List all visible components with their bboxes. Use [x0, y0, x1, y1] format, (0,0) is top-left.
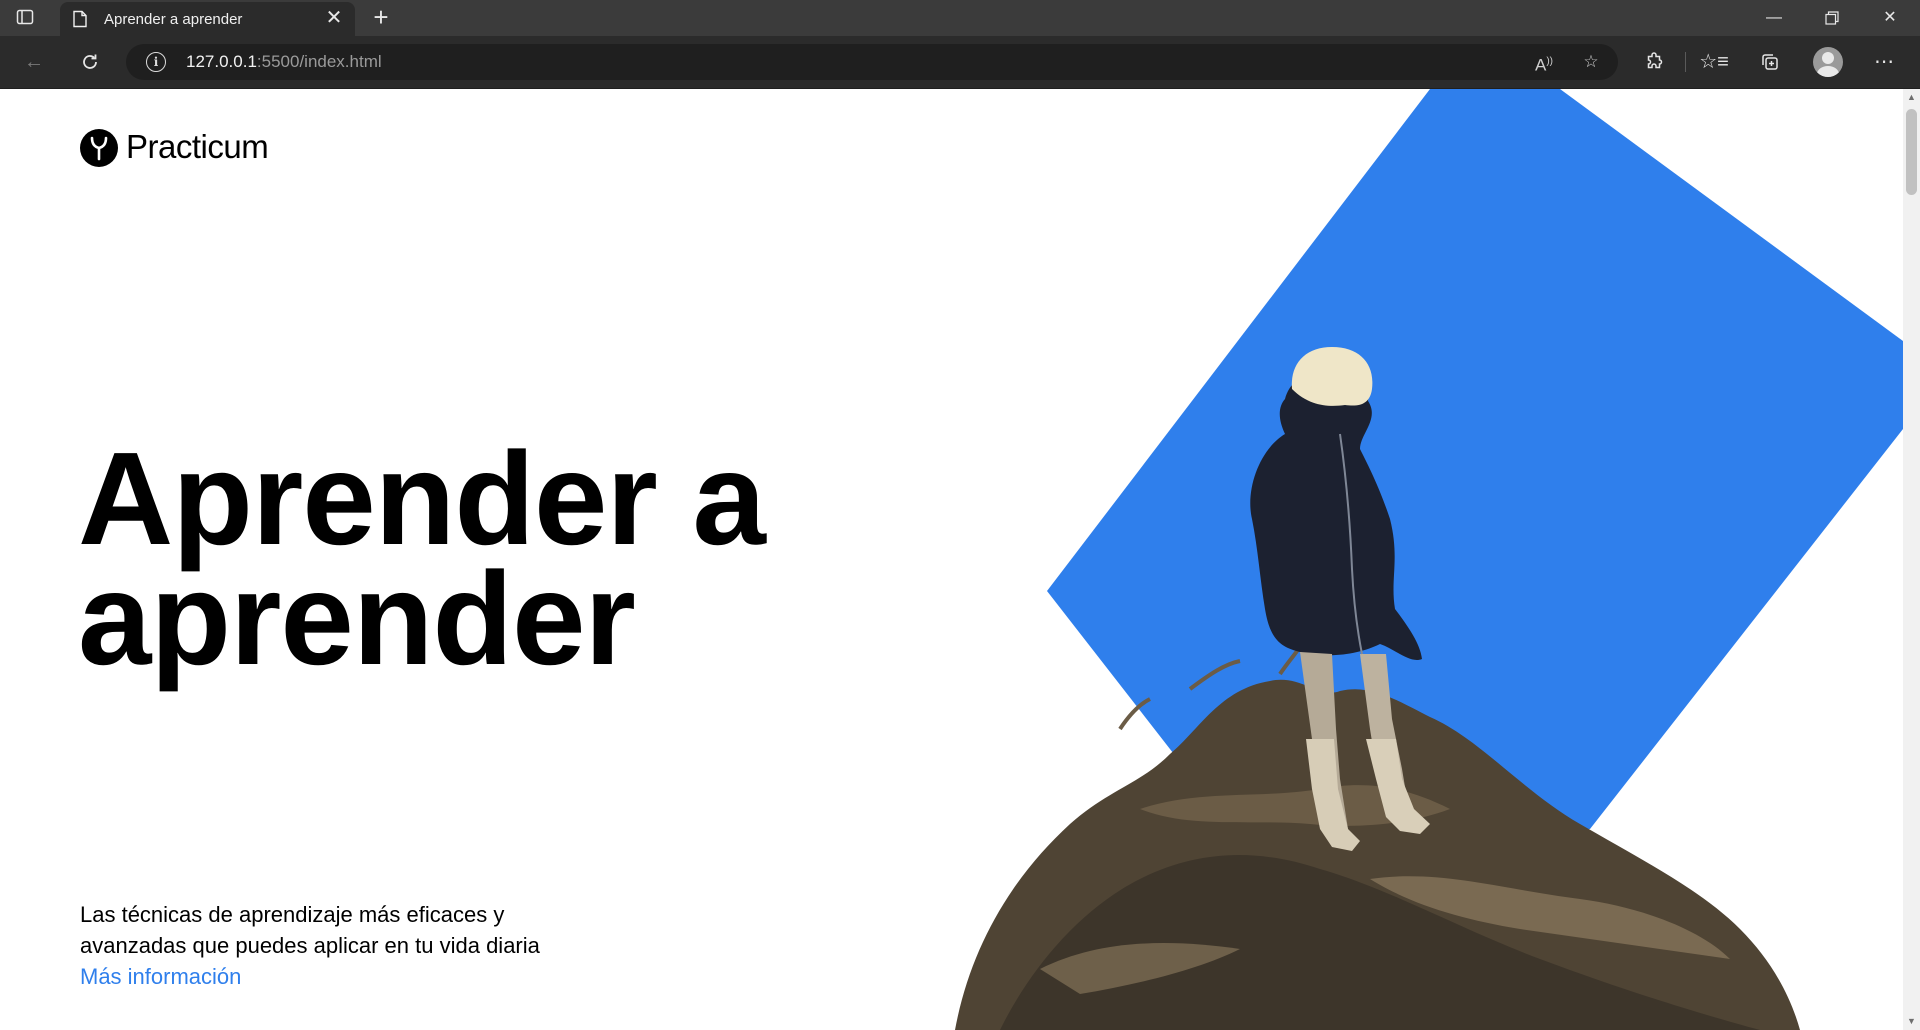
more-info-link[interactable]: Más información	[80, 961, 241, 992]
refresh-icon[interactable]	[74, 46, 106, 78]
back-icon[interactable]: ←	[18, 46, 50, 78]
scroll-down-icon[interactable]: ▼	[1903, 1013, 1920, 1030]
site-info-icon[interactable]: i	[146, 52, 166, 72]
avatar-head	[1822, 52, 1834, 64]
hero-illustration	[955, 89, 1903, 1030]
add-favorite-icon[interactable]: ☆	[1578, 50, 1604, 74]
scrollbar-thumb[interactable]	[1906, 109, 1917, 195]
tab-close-icon[interactable]: ✕	[323, 7, 345, 29]
minimize-icon[interactable]: —	[1746, 0, 1802, 36]
profile-icon[interactable]	[1813, 47, 1843, 77]
page-scrollbar[interactable]: ▲ ▼	[1903, 89, 1920, 1030]
close-icon[interactable]: ✕	[1862, 0, 1918, 36]
address-bar[interactable]: i 127.0.0.1:5500/index.html A)) ☆	[126, 44, 1618, 80]
blue-diamond-shape	[1047, 89, 1903, 839]
tab-actions-icon[interactable]	[14, 7, 36, 29]
url-host: 127.0.0.1	[186, 52, 257, 71]
more-icon[interactable]: ⋯	[1868, 46, 1900, 78]
restore-icon[interactable]	[1804, 0, 1860, 36]
page-viewport: Practicum Aprender a aprender Las técnic…	[0, 89, 1920, 1030]
hero-title: Aprender a aprender	[78, 425, 766, 692]
scroll-up-icon[interactable]: ▲	[1903, 89, 1920, 106]
browser-tab[interactable]: Aprender a aprender ✕	[60, 2, 355, 36]
new-tab-icon[interactable]: +	[368, 4, 394, 31]
extensions-icon[interactable]	[1638, 46, 1670, 78]
url-text[interactable]: 127.0.0.1:5500/index.html	[186, 52, 382, 72]
read-aloud-icon[interactable]: A))	[1531, 50, 1557, 75]
avatar-body	[1817, 66, 1839, 77]
tab-bar: Aprender a aprender ✕ + — ✕	[0, 0, 1920, 36]
logo-text: Practicum	[126, 128, 269, 165]
collections-icon[interactable]	[1754, 46, 1786, 78]
browser-toolbar: ← i 127.0.0.1:5500/index.html A)) ☆ ☆≡ ⋯	[0, 36, 1920, 89]
url-path: :5500/index.html	[256, 52, 382, 71]
logo-mark-icon	[80, 129, 118, 167]
toolbar-divider	[1685, 52, 1686, 72]
tab-title: Aprender a aprender	[104, 11, 243, 28]
page-icon	[72, 10, 88, 28]
favorites-icon[interactable]: ☆≡	[1698, 46, 1730, 78]
hero-description: Las técnicas de aprendizaje más eficaces…	[80, 902, 540, 958]
